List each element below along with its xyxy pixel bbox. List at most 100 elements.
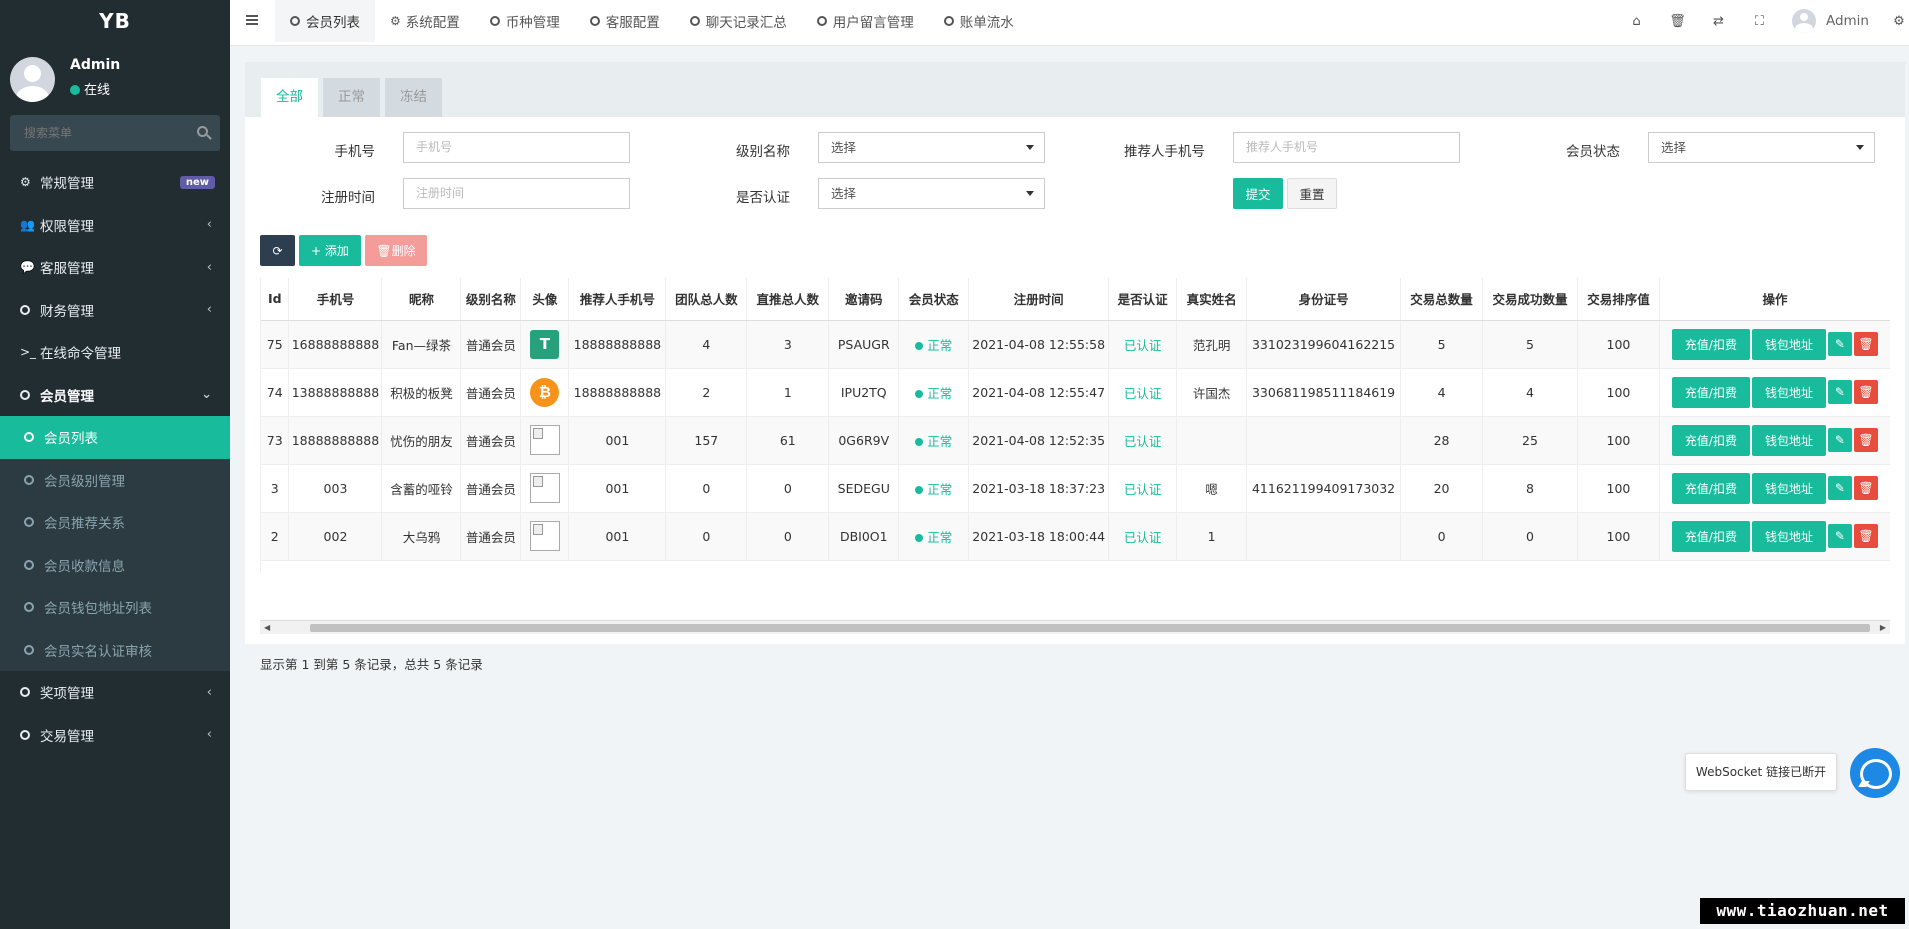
sidebar-item-member-list[interactable]: 会员列表 — [0, 416, 230, 459]
tab-chat-logs[interactable]: 聊天记录汇总 — [675, 0, 802, 42]
table-row[interactable]: 74 13888888888 积极的板凳 普通会员 ₿ 18888888888 2 1 IPU2… — [261, 368, 1890, 417]
sidebar-item-trades[interactable]: 交易管理 ‹ — [0, 714, 230, 757]
cell-idno: 330681198511184619 — [1246, 368, 1402, 417]
wallet-address-button[interactable]: 钱包地址 — [1751, 520, 1826, 552]
translate-icon[interactable]: ⇄ — [1698, 14, 1739, 29]
fullscreen-icon[interactable]: ⛶ — [1739, 14, 1780, 29]
col-trade-success[interactable]: 交易成功数量 — [1482, 278, 1578, 321]
user-name: Admin — [70, 57, 121, 73]
col-level[interactable]: 级别名称 — [460, 278, 522, 321]
wallet-address-button[interactable]: 钱包地址 — [1751, 328, 1826, 360]
sidebar-item-permissions[interactable]: 👥 权限管理 ‹ — [0, 204, 230, 247]
search-icon[interactable] — [197, 126, 208, 137]
charge-button[interactable]: 充值/扣费 — [1671, 424, 1750, 456]
sidebar-item-member-payment[interactable]: 会员收款信息 — [0, 544, 230, 587]
wallet-address-button[interactable]: 钱包地址 — [1751, 424, 1826, 456]
regtime-input[interactable]: 注册时间 — [403, 178, 630, 209]
col-invite-code[interactable]: 邀请码 — [828, 278, 900, 321]
edit-button[interactable]: ✎ — [1827, 380, 1852, 404]
charge-button[interactable]: 充值/扣费 — [1671, 376, 1750, 408]
row-delete-button[interactable]: 🗑 — [1853, 380, 1878, 404]
edit-button[interactable]: ✎ — [1827, 332, 1852, 356]
sidebar-item-awards[interactable]: 奖项管理 ‹ — [0, 671, 230, 714]
sidebar: YB Admin 在线 ⚙ 常规管理 new 👥 权限管理 ‹ 💬 客服管理 ‹ 财务管理 ‹… — [0, 0, 230, 929]
table-row[interactable]: 73 18888888888 忧伤的朋友 普通会员 001 157 61 0G6R9V 正常 20… — [261, 416, 1890, 465]
scroll-left-icon[interactable]: ◀ — [264, 623, 270, 632]
sidebar-item-member-wallets[interactable]: 会员钱包地址列表 — [0, 586, 230, 629]
add-button[interactable]: + 添加 — [299, 235, 361, 266]
col-avatar[interactable]: 头像 — [520, 278, 570, 321]
sidebar-item-general[interactable]: ⚙ 常规管理 new — [0, 161, 230, 204]
tab-frozen[interactable]: 冻结 — [385, 78, 442, 117]
sidebar-item-commands[interactable]: >_ 在线命令管理 — [0, 331, 230, 374]
col-direct[interactable]: 直推总人数 — [746, 278, 830, 321]
tab-bills[interactable]: 账单流水 — [929, 0, 1029, 42]
sidebar-item-members[interactable]: 会员管理 ⌄ — [0, 374, 230, 417]
col-idno[interactable]: 身份证号 — [1246, 278, 1402, 321]
tab-normal[interactable]: 正常 — [323, 78, 380, 117]
home-icon[interactable]: ⌂ — [1616, 14, 1657, 29]
col-trade-total[interactable]: 交易总数量 — [1400, 278, 1484, 321]
cogs-icon[interactable]: ⚙ — [1889, 14, 1909, 29]
trash-icon: 🗑 — [1858, 433, 1874, 447]
row-delete-button[interactable]: 🗑 — [1853, 524, 1878, 548]
phone-input[interactable]: 手机号 — [403, 132, 630, 163]
level-select[interactable]: 选择 — [818, 132, 1045, 163]
sidebar-item-member-levels[interactable]: 会员级别管理 — [0, 459, 230, 502]
sidebar-item-member-kyc[interactable]: 会员实名认证审核 — [0, 629, 230, 672]
sidebar-item-finance[interactable]: 财务管理 ‹ — [0, 289, 230, 332]
referrer-input[interactable]: 推荐人手机号 — [1233, 132, 1460, 163]
user-menu[interactable]: Admin — [1780, 9, 1889, 33]
logo[interactable]: YB — [0, 0, 230, 43]
tab-support-config[interactable]: 客服配置 — [575, 0, 675, 42]
row-delete-button[interactable]: 🗑 — [1853, 428, 1878, 452]
scroll-right-icon[interactable]: ▶ — [1880, 623, 1886, 632]
member-status-select[interactable]: 选择 — [1648, 132, 1875, 163]
members-submenu: 会员列表 会员级别管理 会员推荐关系 会员收款信息 会员钱包地址列表 会员实名认… — [0, 416, 230, 671]
col-nick[interactable]: 昵称 — [381, 278, 462, 321]
sidebar-item-support[interactable]: 💬 客服管理 ‹ — [0, 246, 230, 289]
table-row[interactable]: 2 002 大乌鸦 普通会员 001 0 0 DBI0O1 正常 2021-03-18 18:00… — [261, 512, 1890, 561]
tab-system-config[interactable]: ⚙ 系统配置 — [375, 0, 475, 42]
cell-direct: 0 — [746, 464, 830, 513]
trash-icon: 🗑 — [1858, 481, 1874, 495]
col-id[interactable]: Id — [261, 278, 290, 321]
edit-button[interactable]: ✎ — [1827, 524, 1852, 548]
trash-icon[interactable]: 🗑 — [1657, 14, 1698, 29]
tab-member-list[interactable]: 会员列表 — [275, 0, 375, 42]
col-status[interactable]: 会员状态 — [898, 278, 970, 321]
chat-bubble-icon[interactable] — [1850, 748, 1900, 798]
col-verified[interactable]: 是否认证 — [1108, 278, 1178, 321]
row-delete-button[interactable]: 🗑 — [1853, 476, 1878, 500]
charge-button[interactable]: 充值/扣费 — [1671, 520, 1750, 552]
col-team[interactable]: 团队总人数 — [665, 278, 748, 321]
edit-button[interactable]: ✎ — [1827, 476, 1852, 500]
sidebar-item-member-referrals[interactable]: 会员推荐关系 — [0, 501, 230, 544]
menu-search-input[interactable] — [10, 115, 220, 151]
scroll-thumb[interactable] — [310, 624, 1870, 632]
verified-select[interactable]: 选择 — [818, 178, 1045, 209]
col-trade-sort[interactable]: 交易排序值 — [1577, 278, 1660, 321]
table-horizontal-scrollbar[interactable]: ◀ ▶ — [260, 620, 1890, 634]
col-referrer[interactable]: 推荐人手机号 — [568, 278, 667, 321]
row-delete-button[interactable]: 🗑 — [1853, 332, 1878, 356]
col-phone[interactable]: 手机号 — [288, 278, 383, 321]
charge-button[interactable]: 充值/扣费 — [1671, 472, 1750, 504]
tab-messages[interactable]: 用户留言管理 — [802, 0, 929, 42]
refresh-button[interactable]: ⟳ — [260, 235, 295, 266]
tab-currency[interactable]: 币种管理 — [475, 0, 575, 42]
wallet-address-button[interactable]: 钱包地址 — [1751, 472, 1826, 504]
table-row[interactable]: 3 003 含蓄的哑铃 普通会员 001 0 0 SEDEGU 正常 2021-03-18 18:… — [261, 464, 1890, 513]
table-row[interactable]: 75 16888888888 Fan—绿茶 普通会员 T 18888888888 4 3 PSA… — [261, 320, 1890, 369]
wallet-address-button[interactable]: 钱包地址 — [1751, 376, 1826, 408]
delete-button[interactable]: 🗑 删除 — [365, 235, 427, 266]
charge-button[interactable]: 充值/扣费 — [1671, 328, 1750, 360]
tab-all[interactable]: 全部 — [261, 78, 318, 117]
edit-button[interactable]: ✎ — [1827, 428, 1852, 452]
reset-button[interactable]: 重置 — [1287, 178, 1337, 209]
menu-toggle-icon[interactable] — [246, 15, 258, 25]
submit-button[interactable]: 提交 — [1233, 178, 1283, 209]
group-icon: 👥 — [20, 217, 35, 232]
col-regtime[interactable]: 注册时间 — [968, 278, 1110, 321]
col-realname[interactable]: 真实姓名 — [1176, 278, 1248, 321]
